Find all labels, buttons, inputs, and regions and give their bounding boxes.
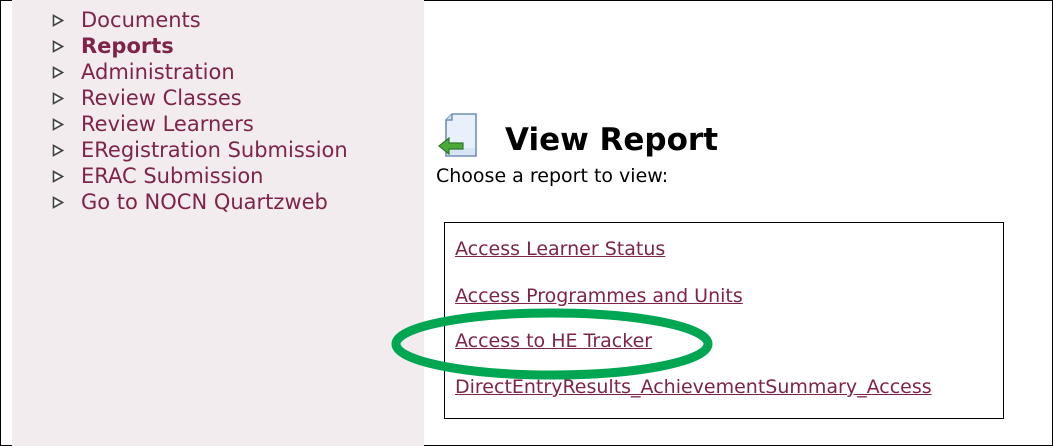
- sidebar-item-label: Administration: [81, 60, 235, 84]
- report-link-access-to-he-tracker[interactable]: Access to HE Tracker: [455, 330, 652, 352]
- sidebar-item-label: ERAC Submission: [81, 164, 264, 188]
- sidebar-item-label: Review Classes: [81, 86, 242, 110]
- sidebar: Documents Reports Administration Review …: [12, 0, 424, 446]
- triangle-right-icon: [52, 40, 64, 53]
- triangle-right-icon: [52, 118, 64, 131]
- page-subtitle: Choose a report to view:: [436, 165, 669, 187]
- sidebar-item-label: Reports: [81, 34, 174, 58]
- report-link-access-programmes-and-units[interactable]: Access Programmes and Units: [455, 285, 743, 307]
- page-title: View Report: [505, 122, 719, 158]
- triangle-right-icon: [52, 92, 64, 105]
- triangle-right-icon: [52, 170, 64, 183]
- main-content: View Report Choose a report to view: Acc…: [430, 0, 1053, 446]
- sidebar-item-label: Review Learners: [81, 112, 254, 136]
- report-list: Access Learner Status Access Programmes …: [444, 222, 1004, 419]
- triangle-right-icon: [52, 196, 64, 209]
- report-link-access-learner-status[interactable]: Access Learner Status: [455, 238, 665, 260]
- sidebar-item-label: Documents: [81, 8, 201, 32]
- report-document-icon: [438, 113, 477, 157]
- sidebar-item-label: ERegistration Submission: [81, 138, 348, 162]
- triangle-right-icon: [52, 14, 64, 27]
- sidebar-item-label: Go to NOCN Quartzweb: [81, 190, 328, 214]
- triangle-right-icon: [52, 144, 64, 157]
- triangle-right-icon: [52, 66, 64, 79]
- report-link-directentryresults-achievementsummary-access[interactable]: DirectEntryResults_AchievementSummary_Ac…: [455, 376, 932, 398]
